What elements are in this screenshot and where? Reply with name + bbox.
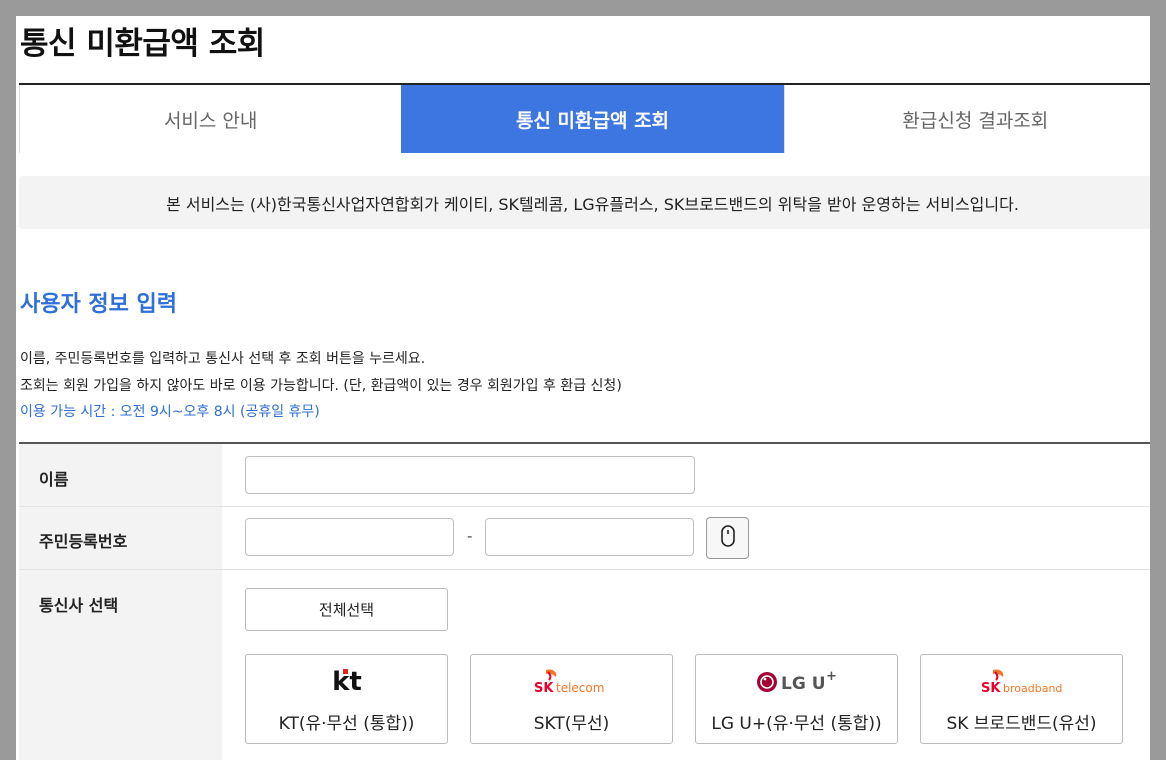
svg-text:SK: SK [981, 681, 1001, 696]
rrn-label: 주민등록번호 [19, 507, 222, 569]
membership-note: 조회는 회원 가입을 하지 않아도 바로 이용 가능합니다. (단, 환급액이 … [20, 378, 622, 394]
name-row: 이름 [19, 444, 1150, 507]
svg-text:+: + [826, 669, 837, 684]
carrier-kt-button[interactable]: kt KT(유·무선 (통합)) [245, 654, 448, 744]
tab-bar: 서비스 안내 통신 미환급액 조회 환급신청 결과조회 [19, 83, 1150, 153]
carrier-lgu-button[interactable]: LG U + LG U+(유·무선 (통합)) [695, 654, 898, 744]
tab-service-info[interactable]: 서비스 안내 [19, 85, 402, 153]
sk-broadband-logo: SK broadband [921, 665, 1122, 697]
rrn-back-input[interactable] [485, 518, 694, 556]
tab-refund-inquiry[interactable]: 통신 미환급액 조회 [401, 85, 784, 153]
carrier-skb-label: SK 브로드밴드(유선) [946, 714, 1097, 734]
virtual-keyboard-button[interactable] [706, 517, 749, 559]
svg-text:broadband: broadband [1003, 682, 1062, 695]
tab-application-result[interactable]: 환급신청 결과조회 [783, 85, 1150, 153]
select-all-button[interactable]: 전체선택 [245, 588, 448, 631]
service-notice: 본 서비스는 (사)한국통신사업자연합회가 케이티, SK텔레콤, LG유플러스… [19, 176, 1150, 229]
kt-logo: kt [246, 665, 447, 697]
page-frame: 통신 미환급액 조회 서비스 안내 통신 미환급액 조회 환급신청 결과조회 본… [16, 16, 1150, 760]
mouse-icon [720, 525, 735, 551]
svg-text:telecom: telecom [556, 681, 604, 695]
instruction-text: 이름, 주민등록번호를 입력하고 통신사 선택 후 조회 버튼을 누르세요. [20, 351, 426, 367]
carrier-skt-label: SKT(무선) [533, 714, 610, 734]
name-input[interactable] [245, 456, 695, 494]
section-title: 사용자 정보 입력 [20, 292, 177, 317]
rrn-row: 주민등록번호 - [19, 507, 1150, 570]
page-title: 통신 미환급액 조회 [20, 26, 265, 62]
svg-text:LG U: LG U [781, 674, 826, 694]
user-info-form: 이름 주민등록번호 - 통신사 선택 전체선택 kt KT(유·무선 (통합))… [19, 442, 1150, 760]
carrier-skb-button[interactable]: SK broadband SK 브로드밴드(유선) [920, 654, 1123, 744]
carrier-kt-label: KT(유·무선 (통합)) [278, 714, 415, 734]
rrn-front-input[interactable] [245, 518, 454, 556]
rrn-separator: - [467, 527, 473, 545]
svg-text:SK: SK [534, 681, 554, 696]
name-label: 이름 [19, 444, 222, 506]
carrier-lgu-label: LG U+(유·무선 (통합)) [711, 714, 882, 734]
service-hours: 이용 가능 시간 : 오전 9시~오후 8시 (공휴일 휴무) [20, 404, 320, 420]
lg-uplus-logo: LG U + [696, 665, 897, 697]
carrier-label: 통신사 선택 [19, 570, 222, 760]
carrier-skt-button[interactable]: SK telecom SKT(무선) [470, 654, 673, 744]
carrier-row: 통신사 선택 전체선택 kt KT(유·무선 (통합)) SK telecom … [19, 570, 1150, 760]
sk-telecom-logo: SK telecom [471, 665, 672, 697]
